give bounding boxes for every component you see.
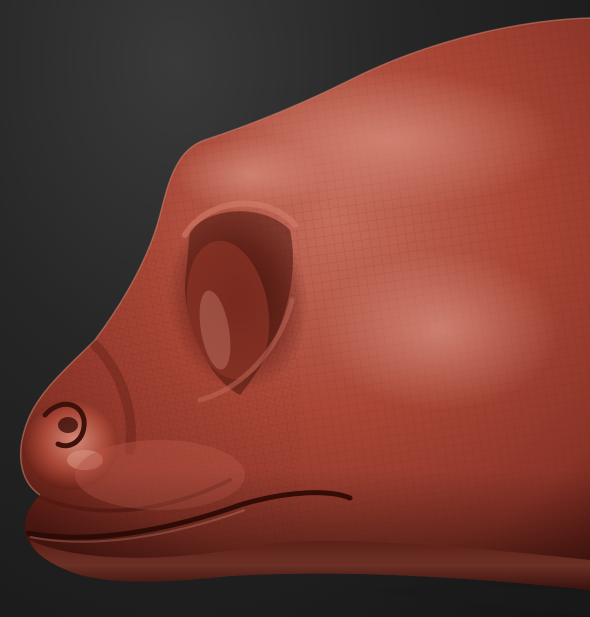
sculpt-viewport[interactable] [0,0,590,617]
head-shape [19,17,590,590]
neck-shadow [360,586,590,617]
sculpt-render [19,17,590,617]
